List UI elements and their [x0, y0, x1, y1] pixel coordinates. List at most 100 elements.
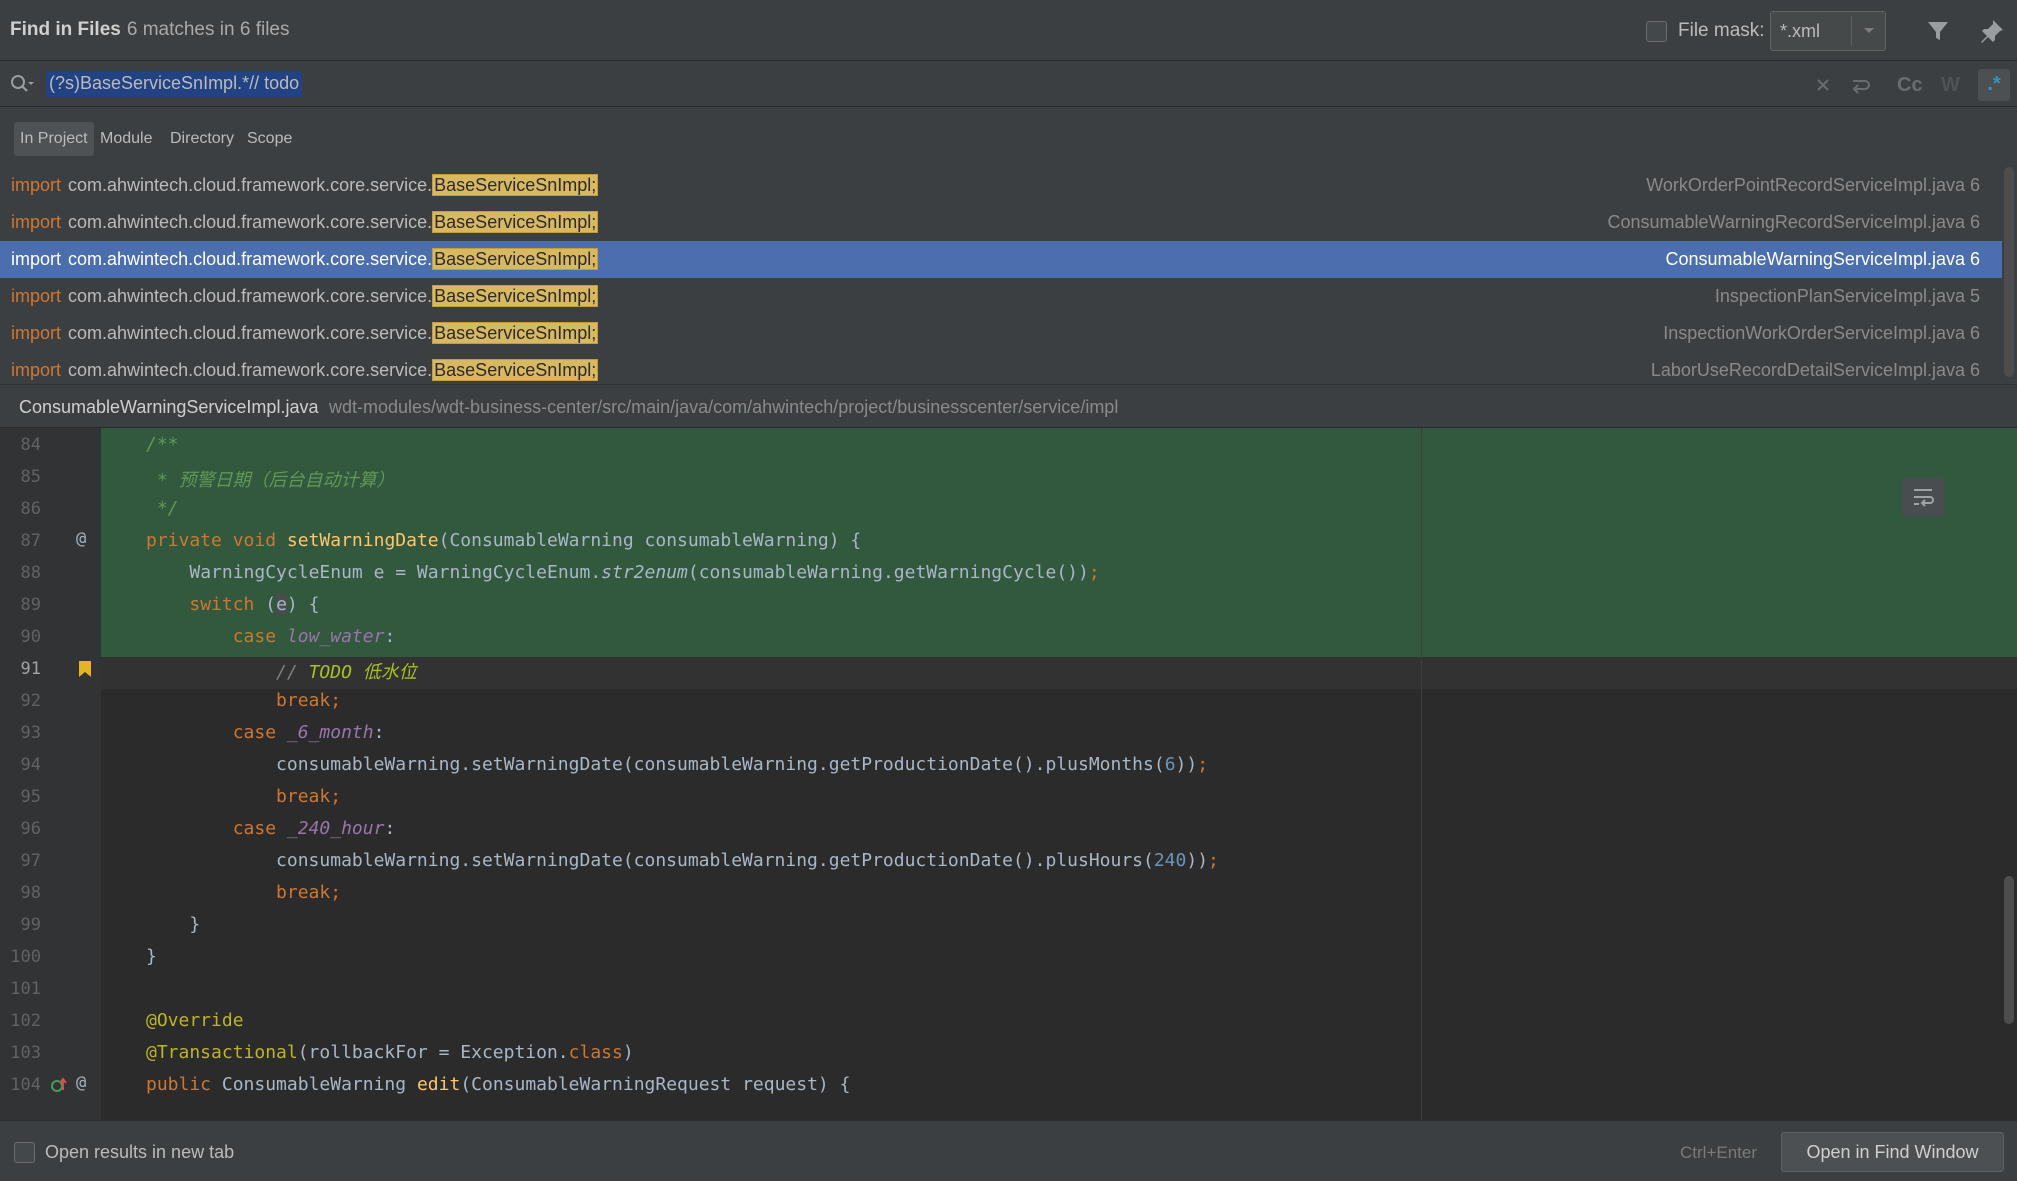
line-number: 85: [20, 467, 41, 487]
line-number: 86: [20, 499, 41, 519]
override-icon[interactable]: [51, 1076, 69, 1094]
result-file: ConsumableWarningRecordServiceImpl.java …: [1607, 212, 1981, 232]
result-package: com.ahwintech.cloud.framework.core.servi…: [68, 175, 433, 195]
result-match: BaseServiceSnImpl;: [432, 211, 599, 233]
result-match: BaseServiceSnImpl;: [432, 174, 599, 196]
preview-file-path: wdt-modules/wdt-business-center/src/main…: [329, 397, 1119, 417]
line-number: 99: [20, 915, 41, 935]
result-keyword: import com.ahwintech.cloud.framework.core…: [11, 211, 599, 233]
line-number: 103: [10, 1043, 41, 1063]
filter-icon[interactable]: [1924, 17, 1952, 45]
chevron-down-icon[interactable]: [1857, 18, 1881, 42]
match-count: 6 matches in 6 files: [126, 19, 290, 40]
code-line: 102 @Override: [0, 1004, 2017, 1036]
result-package: com.ahwintech.cloud.framework.core.servi…: [68, 286, 433, 306]
pin-icon[interactable]: [1978, 17, 2006, 45]
code-line: 99 }: [0, 908, 2017, 940]
code-line: 84/**: [0, 428, 2017, 460]
search-bar: (?s)BaseServiceSnImpl.*// todo Cc W .*: [0, 61, 2017, 107]
implements-icon[interactable]: @: [76, 1073, 94, 1093]
combo-divider: [1851, 16, 1852, 46]
file-mask-value[interactable]: *.xml: [1780, 21, 1820, 42]
code-preview[interactable]: 84/** 85 * 预警日期（后台自动计算） 86 */ 87 @ private…: [0, 428, 2017, 1120]
dialog-title-text: Find in Files: [10, 19, 121, 40]
line-number: 97: [20, 851, 41, 871]
code-line: 104 @ public ConsumableWarning edit(Consum…: [0, 1068, 2017, 1100]
result-package: com.ahwintech.cloud.framework.core.servi…: [68, 249, 433, 269]
result-match: BaseServiceSnImpl;: [432, 248, 599, 270]
result-row[interactable]: import com.ahwintech.cloud.framework.core…: [0, 315, 2002, 352]
result-row[interactable]: import com.ahwintech.cloud.framework.core…: [0, 278, 2002, 315]
code-line: 100}: [0, 940, 2017, 972]
result-keyword: import com.ahwintech.cloud.framework.core…: [11, 174, 599, 196]
line-number: 93: [20, 723, 41, 743]
tab-in-project[interactable]: In Project: [14, 122, 94, 156]
tab-scope[interactable]: Scope: [241, 122, 298, 156]
result-match: BaseServiceSnImpl;: [432, 322, 599, 344]
result-keyword: import com.ahwintech.cloud.framework.core…: [11, 322, 599, 344]
code-line: 88 WarningCycleEnum e = WarningCycleEnum…: [0, 556, 2017, 588]
code-line: 98 break;: [0, 876, 2017, 908]
result-row[interactable]: import com.ahwintech.cloud.framework.core…: [0, 167, 2002, 204]
line-number: 95: [20, 787, 41, 807]
result-file: InspectionPlanServiceImpl.java 5: [1714, 286, 1980, 306]
file-mask-checkbox[interactable]: [1646, 21, 1667, 42]
results-list: import com.ahwintech.cloud.framework.core…: [0, 167, 2017, 385]
tab-directory[interactable]: Directory: [164, 122, 240, 156]
match-case-toggle[interactable]: Cc: [1897, 74, 1927, 104]
whole-words-toggle[interactable]: W: [1941, 74, 1971, 104]
new-line-icon[interactable]: [1845, 70, 1875, 100]
search-input[interactable]: (?s)BaseServiceSnImpl.*// todo: [46, 71, 303, 97]
line-number: 100: [10, 947, 41, 967]
result-file: WorkOrderPointRecordServiceImpl.java 6: [1646, 175, 1980, 195]
bookmark-icon[interactable]: [76, 660, 94, 678]
code-line: 92 break;: [0, 684, 2017, 716]
code-line: 103 @Transactional(rollbackFor = Exceptio…: [0, 1036, 2017, 1068]
clear-icon[interactable]: [1808, 70, 1838, 100]
line-number: 90: [20, 627, 41, 647]
find-header: Find in Files 6 matches in 6 files File m…: [0, 0, 2017, 61]
dialog-title: Find in Files 6 matches in 6 files: [10, 19, 289, 41]
result-file: LaborUseRecordDetailServiceImpl.java 6: [1650, 360, 1980, 380]
result-file: InspectionWorkOrderServiceImpl.java 6: [1663, 323, 1980, 343]
result-row[interactable]: import com.ahwintech.cloud.framework.core…: [0, 204, 2002, 241]
result-package: com.ahwintech.cloud.framework.core.servi…: [68, 360, 433, 380]
preview-file-name: ConsumableWarningServiceImpl.java: [19, 397, 319, 417]
dialog-footer: Open results in new tab Ctrl+Enter Open …: [0, 1120, 2017, 1181]
results-scrollbar[interactable]: [2004, 167, 2014, 377]
file-mask-label: File mask:: [1678, 20, 1765, 41]
code-line: 87 @ private void setWarningDate(Consumabl…: [0, 524, 2017, 556]
line-number: 88: [20, 563, 41, 583]
search-history-icon[interactable]: [9, 72, 35, 96]
file-mask-combo[interactable]: *.xml: [1770, 11, 1886, 51]
code-line: 89 switch (e) {: [0, 588, 2017, 620]
result-match: BaseServiceSnImpl;: [432, 359, 599, 381]
editor-scrollbar[interactable]: [2004, 876, 2014, 1024]
line-number: 101: [10, 979, 41, 999]
result-package: com.ahwintech.cloud.framework.core.servi…: [68, 323, 433, 343]
line-number: 92: [20, 691, 41, 711]
line-number: 102: [10, 1011, 41, 1031]
code-line: 96 case _240_hour:: [0, 812, 2017, 844]
result-match: BaseServiceSnImpl;: [432, 285, 599, 307]
line-number: 89: [20, 595, 41, 615]
code-line: 86 */: [0, 492, 2017, 524]
regex-toggle[interactable]: .*: [1978, 69, 2010, 101]
tab-module[interactable]: Module: [94, 122, 158, 156]
scope-tabs: In Project Module Directory Scope: [0, 107, 2017, 167]
open-new-tab-checkbox[interactable]: [14, 1142, 35, 1163]
shortcut-hint: Ctrl+Enter: [1680, 1143, 1757, 1162]
code-line: 85 * 预警日期（后台自动计算）: [0, 460, 2017, 492]
result-keyword: import com.ahwintech.cloud.framework.core…: [11, 248, 599, 270]
soft-wrap-icon[interactable]: [1902, 478, 1944, 516]
result-row-selected[interactable]: import com.ahwintech.cloud.framework.core…: [0, 241, 2002, 278]
open-in-find-window-button[interactable]: Open in Find Window: [1781, 1132, 2004, 1172]
line-number: 91: [20, 659, 41, 679]
line-number: 96: [20, 819, 41, 839]
implements-icon[interactable]: @: [76, 529, 94, 549]
result-row[interactable]: import com.ahwintech.cloud.framework.core…: [0, 352, 2002, 384]
line-number: 104: [10, 1075, 41, 1095]
code-line: 95 break;: [0, 780, 2017, 812]
code-line: 94 consumableWarning.setWarningDate(cons…: [0, 748, 2017, 780]
result-keyword: import com.ahwintech.cloud.framework.core…: [11, 359, 599, 381]
